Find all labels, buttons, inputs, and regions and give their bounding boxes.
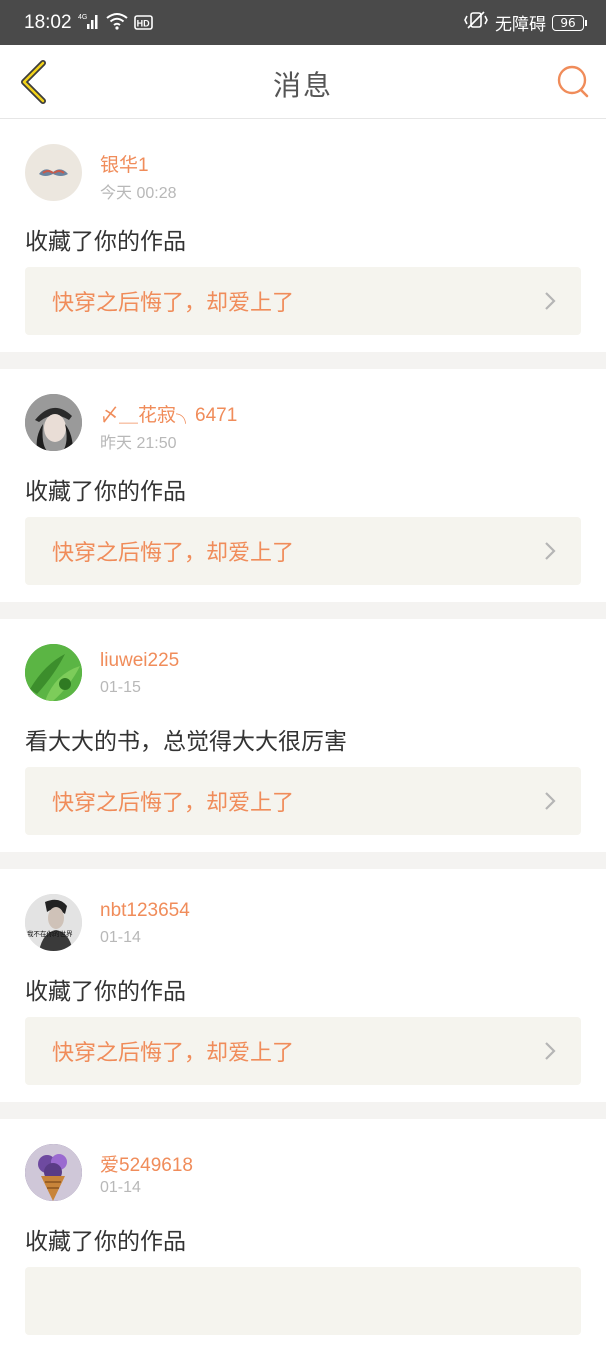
chevron-right-icon [545,542,556,560]
work-link[interactable]: 快穿之后悔了，却爱上了 [25,517,581,585]
vibrate-icon [463,11,489,34]
signal-icon: 4G [78,12,100,34]
message-card: 爱5249618 01-14 收藏了你的作品 [0,1119,606,1352]
username[interactable]: 〆＿花寂╮6471 [100,400,237,427]
message-time: 01-14 [100,1179,141,1196]
chevron-right-icon [545,1042,556,1060]
status-bar: 18:02 4G HD 无障碍 96 [0,0,606,45]
message-card: liuwei225 01-15 看大大的书，总觉得大大很厉害 快穿之后悔了，却爱… [0,619,606,869]
accessibility-label: 无障碍 [495,15,546,35]
hd-icon: HD [133,12,154,34]
message-text: 收藏了你的作品 [25,479,186,505]
page-title: 消息 [272,69,333,102]
message-text: 看大大的书，总觉得大大很厉害 [25,729,347,755]
wifi-icon [105,12,128,34]
work-title: 快穿之后悔了，却爱上了 [52,791,295,816]
message-card: 我不在你的世界 nbt123654 01-14 收藏了你的作品 快穿之后悔了，却… [0,869,606,1119]
work-link[interactable]: 快穿之后悔了，却爱上了 [25,767,581,835]
username[interactable]: 爱5249618 [100,1150,193,1177]
message-time: 今天 00:28 [100,185,177,202]
message-list: 银华1 今天 00:28 收藏了你的作品 快穿之后悔了，却爱上了 〆＿花寂╮64… [0,119,606,1352]
chevron-right-icon [545,292,556,310]
username[interactable]: nbt123654 [100,900,190,922]
username[interactable]: liuwei225 [100,650,179,672]
user-avatar[interactable] [25,644,82,701]
svg-text:4G: 4G [78,14,87,21]
message-text: 收藏了你的作品 [25,1229,186,1255]
user-avatar[interactable]: 我不在你的世界 [25,894,82,951]
work-title: 快穿之后悔了，却爱上了 [52,1041,295,1066]
work-title: 快穿之后悔了，却爱上了 [52,541,295,566]
message-card: 〆＿花寂╮6471 昨天 21:50 收藏了你的作品 快穿之后悔了，却爱上了 [0,369,606,619]
username[interactable]: 银华1 [100,150,149,177]
user-avatar[interactable] [25,144,82,201]
user-avatar[interactable] [25,394,82,451]
battery-icon: 96 [552,14,587,31]
message-time: 01-14 [100,929,141,946]
search-button[interactable] [554,62,592,102]
search-icon [557,65,589,98]
work-title: 快穿之后悔了，却爱上了 [52,291,295,316]
status-time: 18:02 [24,11,72,33]
work-link[interactable]: 快穿之后悔了，却爱上了 [25,267,581,335]
app-header: 消息 [0,45,606,119]
svg-text:HD: HD [136,18,149,28]
work-link[interactable]: 快穿之后悔了，却爱上了 [25,1017,581,1085]
user-avatar[interactable] [25,1144,82,1201]
message-text: 收藏了你的作品 [25,979,186,1005]
message-time: 昨天 21:50 [100,435,177,452]
message-text: 收藏了你的作品 [25,229,186,255]
work-link[interactable] [25,1267,581,1335]
svg-text:我不在你的世界: 我不在你的世界 [27,929,73,938]
message-card: 银华1 今天 00:28 收藏了你的作品 快穿之后悔了，却爱上了 [0,119,606,369]
message-time: 01-15 [100,679,141,696]
chevron-right-icon [545,792,556,810]
